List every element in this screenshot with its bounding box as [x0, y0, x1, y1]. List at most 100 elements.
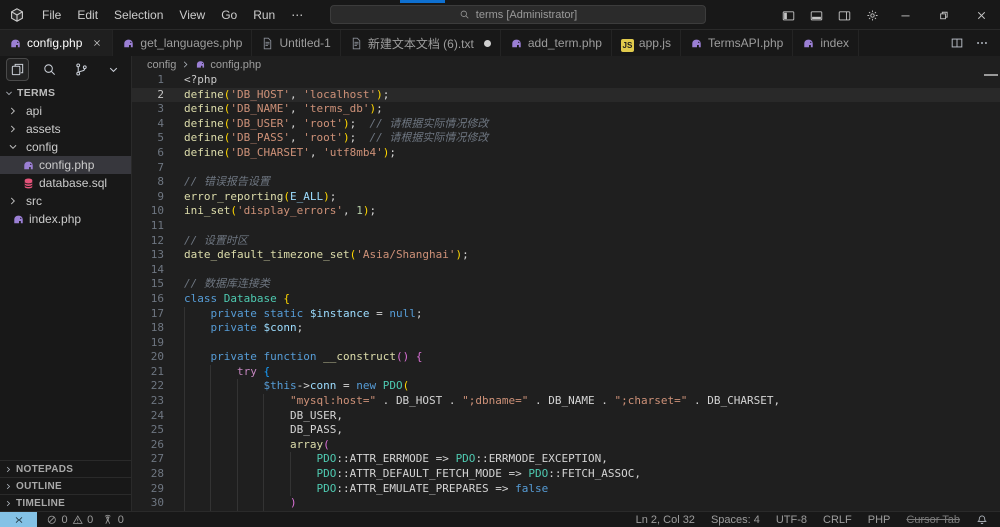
- line-number[interactable]: 5: [132, 131, 178, 146]
- tree-item-config-php[interactable]: config.php: [0, 156, 131, 174]
- breadcrumb-folder[interactable]: config: [147, 59, 176, 71]
- tree-item-assets[interactable]: assets: [0, 120, 131, 138]
- line-number[interactable]: 14: [132, 263, 178, 278]
- breadcrumb-file[interactable]: config.php: [210, 59, 261, 71]
- status-cursor-tab[interactable]: Cursor Tab: [906, 514, 960, 526]
- code-line-content[interactable]: private function __construct() {: [178, 350, 1000, 365]
- remote-indicator[interactable]: [0, 512, 37, 527]
- code-line-content[interactable]: DB_USER,: [178, 409, 1000, 424]
- line-number[interactable]: 22: [132, 379, 178, 394]
- tree-item-index-php[interactable]: index.php: [0, 210, 131, 228]
- code-line-content[interactable]: [178, 161, 1000, 176]
- code-line-content[interactable]: ): [178, 496, 1000, 511]
- line-number[interactable]: 9: [132, 190, 178, 205]
- code-line-content[interactable]: define('DB_CHARSET', 'utf8mb4');: [178, 146, 1000, 161]
- line-number[interactable]: 2: [132, 88, 178, 103]
- code-line-content[interactable]: "mysql:host=" . DB_HOST . ";dbname=" . D…: [178, 394, 1000, 409]
- status-crlf[interactable]: CRLF: [823, 514, 852, 526]
- menu-edit[interactable]: Edit: [69, 0, 106, 30]
- more-actions-icon[interactable]: [975, 36, 989, 50]
- editor-tab[interactable]: TermsAPI.php: [681, 30, 793, 56]
- line-number[interactable]: 13: [132, 248, 178, 263]
- code-line-content[interactable]: <?php: [178, 73, 1000, 88]
- code-line-content[interactable]: PDO::ATTR_ERRMODE => PDO::ERRMODE_EXCEPT…: [178, 452, 1000, 467]
- code-line-content[interactable]: [178, 219, 1000, 234]
- code-line-content[interactable]: private static $instance = null;: [178, 307, 1000, 322]
- menu-go[interactable]: Go: [213, 0, 245, 30]
- code-line-content[interactable]: // 错误报告设置: [178, 175, 1000, 190]
- code-editor[interactable]: 1<?php2define('DB_HOST', 'localhost');3d…: [132, 73, 1000, 511]
- line-number[interactable]: 27: [132, 452, 178, 467]
- menu-file[interactable]: File: [34, 0, 69, 30]
- editor-tab[interactable]: JSapp.js: [612, 30, 681, 56]
- code-line-content[interactable]: DB_PASS,: [178, 423, 1000, 438]
- ports-indicator[interactable]: 0: [102, 514, 124, 526]
- code-line-content[interactable]: // 数据库连接类: [178, 277, 1000, 292]
- code-line-content[interactable]: [178, 336, 1000, 351]
- code-line-content[interactable]: private $conn;: [178, 321, 1000, 336]
- status-ln-2-col-32[interactable]: Ln 2, Col 32: [636, 514, 695, 526]
- code-line-content[interactable]: date_default_timezone_set('Asia/Shanghai…: [178, 248, 1000, 263]
- code-line-content[interactable]: define('DB_USER', 'root'); // 请根据实际情况修改: [178, 117, 1000, 132]
- sidebar-section-timeline[interactable]: TIMELINE: [0, 494, 131, 511]
- code-line-content[interactable]: class Database {: [178, 292, 1000, 307]
- line-number[interactable]: 3: [132, 102, 178, 117]
- line-number[interactable]: 10: [132, 204, 178, 219]
- maximize-button[interactable]: [924, 0, 962, 30]
- toggle-primary-sidebar-button[interactable]: [774, 0, 802, 30]
- editor-tab[interactable]: get_languages.php: [113, 30, 252, 56]
- code-line-content[interactable]: define('DB_PASS', 'root'); // 请根据实际情况修改: [178, 131, 1000, 146]
- bell-icon[interactable]: [976, 514, 988, 526]
- search-view-button[interactable]: [38, 58, 61, 81]
- line-number[interactable]: 11: [132, 219, 178, 234]
- code-line-content[interactable]: array(: [178, 438, 1000, 453]
- line-number[interactable]: 1: [132, 73, 178, 88]
- toggle-panel-button[interactable]: [802, 0, 830, 30]
- line-number[interactable]: 21: [132, 365, 178, 380]
- code-line-content[interactable]: PDO::ATTR_EMULATE_PREPARES => false: [178, 482, 1000, 497]
- line-number[interactable]: 16: [132, 292, 178, 307]
- line-number[interactable]: 17: [132, 307, 178, 322]
- tree-item-database-sql[interactable]: database.sql: [0, 174, 131, 192]
- line-number[interactable]: 7: [132, 161, 178, 176]
- code-line-content[interactable]: ini_set('display_errors', 1);: [178, 204, 1000, 219]
- editor-tab[interactable]: index: [793, 30, 859, 56]
- line-number[interactable]: 26: [132, 438, 178, 453]
- explorer-section-header[interactable]: TERMS: [0, 83, 131, 102]
- line-number[interactable]: 28: [132, 467, 178, 482]
- line-number[interactable]: 6: [132, 146, 178, 161]
- line-number[interactable]: 18: [132, 321, 178, 336]
- line-number[interactable]: 15: [132, 277, 178, 292]
- line-number[interactable]: 19: [132, 336, 178, 351]
- line-number[interactable]: 20: [132, 350, 178, 365]
- status-spaces-4[interactable]: Spaces: 4: [711, 514, 760, 526]
- source-control-view-button[interactable]: [70, 58, 93, 81]
- editor-tab[interactable]: config.php: [0, 30, 113, 56]
- sidebar-section-outline[interactable]: OUTLINE: [0, 477, 131, 494]
- editor-tab[interactable]: Untitled-1: [252, 30, 340, 56]
- sidebar-section-notepads[interactable]: NOTEPADS: [0, 460, 131, 477]
- customize-layout-button[interactable]: [858, 0, 886, 30]
- minimize-button[interactable]: [886, 0, 924, 30]
- menu-selection[interactable]: Selection: [106, 0, 171, 30]
- line-number[interactable]: 25: [132, 423, 178, 438]
- code-line-content[interactable]: define('DB_NAME', 'terms_db');: [178, 102, 1000, 117]
- close-window-button[interactable]: [962, 0, 1000, 30]
- line-number[interactable]: 4: [132, 117, 178, 132]
- code-line-content[interactable]: // 设置时区: [178, 234, 1000, 249]
- line-number[interactable]: 23: [132, 394, 178, 409]
- tree-item-config[interactable]: config: [0, 138, 131, 156]
- code-line-content[interactable]: [178, 263, 1000, 278]
- command-center-search[interactable]: terms [Administrator]: [330, 5, 706, 24]
- menu-view[interactable]: View: [171, 0, 213, 30]
- problems-indicator[interactable]: 0 0: [46, 514, 93, 526]
- split-editor-icon[interactable]: [950, 36, 964, 50]
- explorer-view-button[interactable]: [6, 58, 29, 81]
- editor-tab[interactable]: add_term.php: [501, 30, 612, 56]
- code-line-content[interactable]: try {: [178, 365, 1000, 380]
- line-number[interactable]: 24: [132, 409, 178, 424]
- line-number[interactable]: 30: [132, 496, 178, 511]
- close-tab-icon[interactable]: [91, 37, 103, 49]
- toggle-secondary-sidebar-button[interactable]: [830, 0, 858, 30]
- more-views-button[interactable]: [102, 58, 125, 81]
